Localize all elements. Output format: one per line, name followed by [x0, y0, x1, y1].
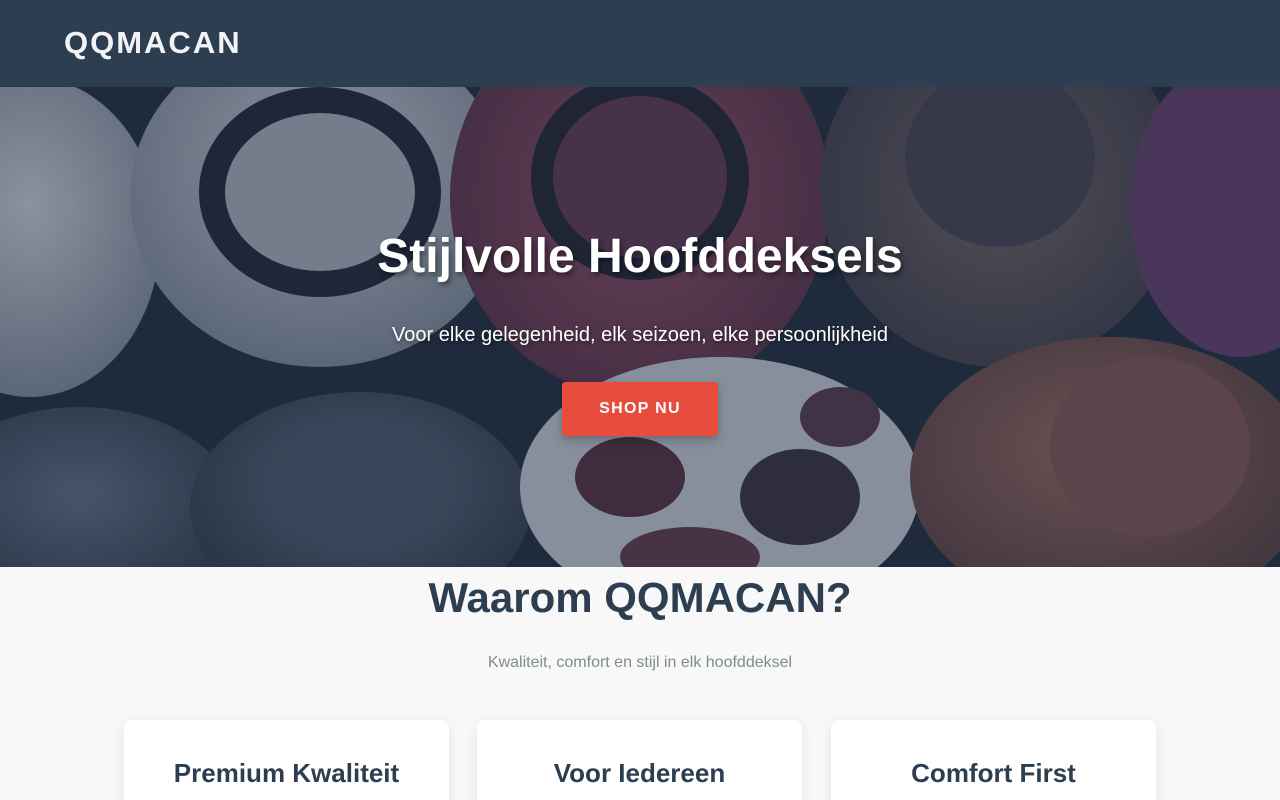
navbar: QQMACAN: [0, 0, 1280, 87]
why-section-subtitle: Kwaliteit, comfort en stijl in elk hoofd…: [487, 654, 793, 671]
feature-card-title: Comfort First: [911, 758, 1076, 788]
feature-card-title: Voor Iedereen: [553, 758, 726, 788]
feature-card-premium-quality: Premium Kwaliteit: [124, 720, 449, 800]
hero-title: Stijlvolle Hoofddeksels: [377, 230, 903, 283]
hero-section: Stijlvolle Hoofddeksels Voor elke gelege…: [0, 87, 1280, 567]
hero-subtitle: Voor elke gelegenheid, elk seizoen, elke…: [392, 324, 888, 346]
feature-card-comfort-first: Comfort First: [831, 720, 1156, 800]
shop-now-button[interactable]: SHOP NU: [562, 382, 718, 436]
feature-card-title: Premium Kwaliteit: [173, 758, 400, 788]
feature-card-for-everyone: Voor Iedereen: [477, 720, 802, 800]
why-section-title: Waarom QQMACAN?: [428, 574, 852, 621]
logo[interactable]: QQMACAN: [64, 25, 242, 61]
